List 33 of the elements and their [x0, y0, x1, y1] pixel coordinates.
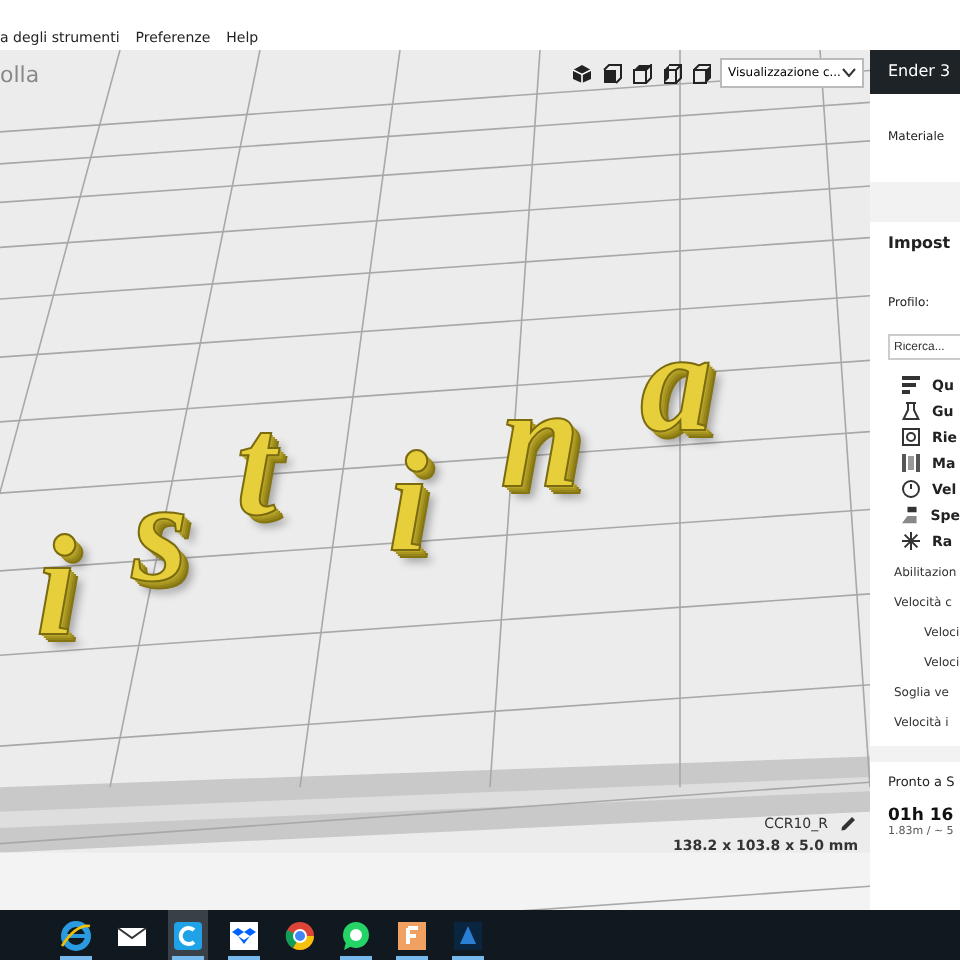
model-letter: n [500, 366, 581, 510]
view-cube-button[interactable] [598, 62, 624, 86]
view-cube-button[interactable] [658, 62, 684, 86]
model-letter: i [388, 430, 429, 574]
material-icon [902, 454, 920, 472]
section-separator [870, 182, 960, 222]
model-letter: t [236, 394, 277, 538]
caret-icon [842, 68, 856, 78]
f-logo-icon [396, 919, 428, 951]
model-letter: s [132, 460, 189, 604]
settings-title: Impost [886, 232, 953, 252]
view-cube-button[interactable] [568, 62, 594, 86]
speed-icon [902, 480, 920, 498]
printer-selector[interactable]: Ender 3 [870, 50, 960, 94]
travel-icon [902, 506, 919, 524]
model-letter: a [640, 310, 712, 454]
browser-e-icon [60, 919, 92, 951]
print-time: 01h 16 [886, 804, 956, 826]
view-cube-button[interactable] [688, 62, 714, 86]
taskbar-app-button[interactable] [168, 910, 208, 960]
edit-icon[interactable] [840, 814, 858, 832]
chat-bubble-icon [340, 919, 372, 951]
view-cube-button[interactable] [628, 62, 654, 86]
triangle-logo-icon [452, 919, 484, 951]
viewport-title: olla [0, 62, 40, 88]
section-separator [870, 746, 960, 762]
c-logo-icon [172, 919, 204, 951]
quality-icon [902, 376, 920, 394]
chrome-ball-icon [284, 919, 316, 951]
infill-icon [902, 428, 920, 446]
model-letter: i [36, 514, 77, 658]
shell-icon [902, 402, 920, 420]
cooling-icon [902, 532, 920, 550]
